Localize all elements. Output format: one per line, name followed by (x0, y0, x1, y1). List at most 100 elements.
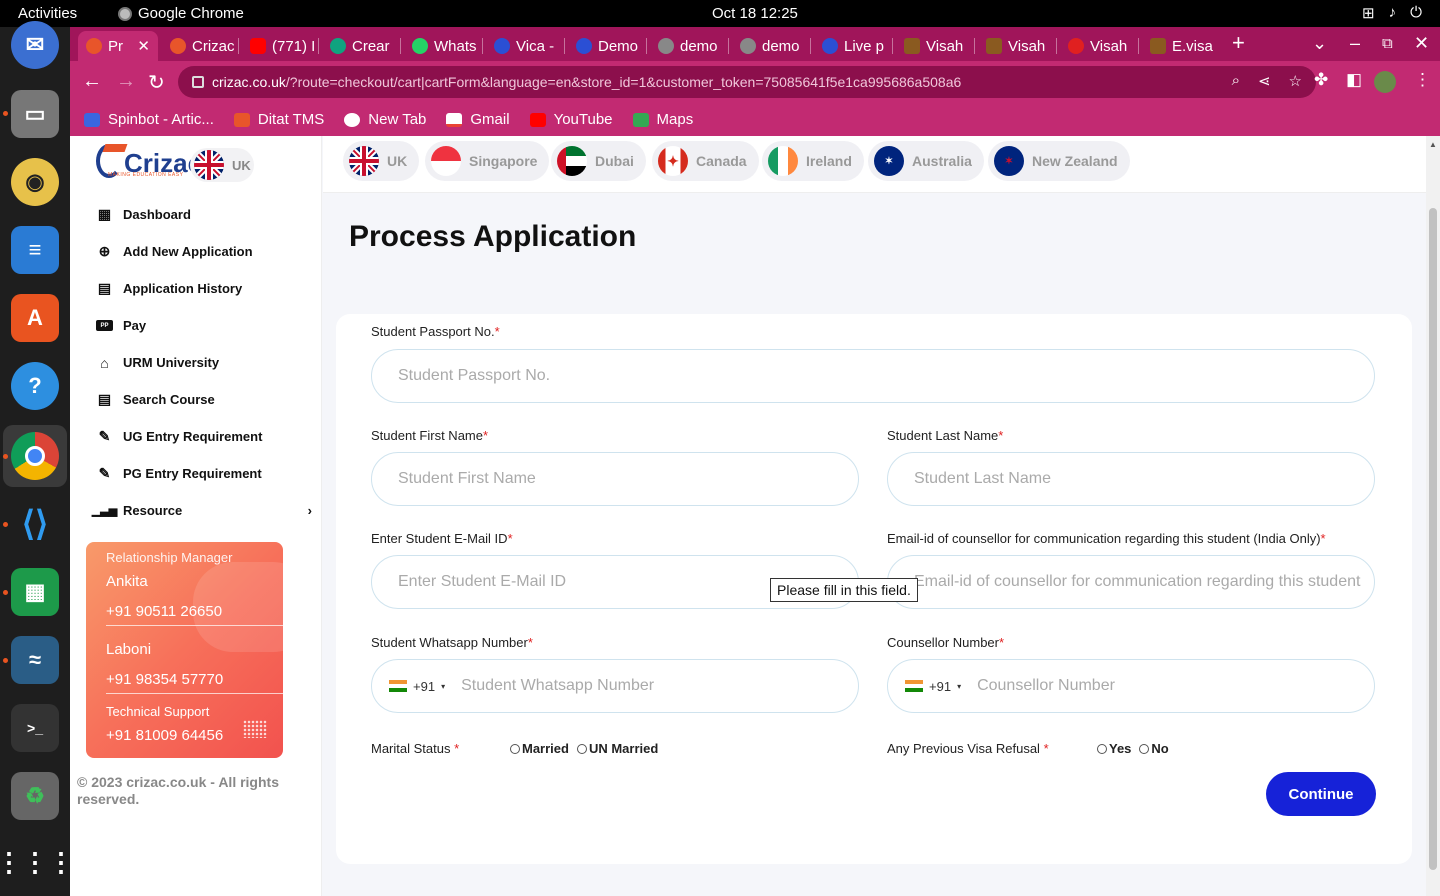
country-selector[interactable]: UK (190, 148, 254, 182)
rm-phone[interactable]: +91 98354 57770 (106, 671, 223, 688)
trash-icon[interactable]: ♻ (11, 772, 59, 820)
writer-icon[interactable]: ≡ (11, 226, 59, 274)
sidebar-item-resource[interactable]: ▁▃▅ Resource › (92, 492, 312, 529)
first-name-input[interactable]: Student First Name (371, 452, 859, 506)
close-window-icon[interactable]: ✕ (1414, 33, 1429, 54)
share-icon[interactable]: ⋖ (1258, 72, 1271, 90)
tab-5[interactable]: Vica - (486, 31, 564, 61)
activities-button[interactable]: Activities (18, 5, 77, 22)
unmarried-radio[interactable] (576, 743, 587, 754)
tab-1[interactable]: Crizac (162, 31, 238, 61)
dial-code-selector[interactable]: +91 ▾ (389, 679, 445, 694)
sidebar-item-application-history[interactable]: ▤ Application History (96, 270, 306, 307)
files-icon[interactable]: ▭ (11, 90, 59, 138)
ireland-flag-icon (768, 146, 798, 176)
help-icon[interactable]: ? (11, 362, 59, 410)
married-label[interactable]: Married (522, 741, 569, 756)
page-scrollbar[interactable]: ▲ (1426, 136, 1440, 896)
bookmark-new-tab[interactable]: New Tab (344, 111, 426, 128)
unmarried-label[interactable]: UN Married (589, 741, 658, 756)
country-tab-canada[interactable]: ✦ Canada (652, 141, 759, 181)
sidebar-item-pay[interactable]: PP Pay (96, 307, 306, 344)
sidebar-item-pg-entry-requirement[interactable]: ✎ PG Entry Requirement (96, 455, 306, 492)
scroll-up-icon[interactable]: ▲ (1429, 140, 1437, 149)
clock[interactable]: Oct 18 12:25 (712, 5, 798, 22)
yes-label[interactable]: Yes (1109, 741, 1131, 756)
counsellor-email-input[interactable]: Email-id of counsellor for communication… (887, 555, 1375, 609)
bookmark-maps[interactable]: Maps (632, 111, 693, 128)
tab-3[interactable]: Crear (322, 31, 400, 61)
sidebar-item-urm-university[interactable]: ⌂ URM University (96, 344, 306, 381)
country-tab-ireland[interactable]: Ireland (762, 141, 864, 181)
support-phone[interactable]: +91 81009 64456 (106, 727, 223, 744)
country-tab-singapore[interactable]: Singapore (425, 141, 550, 181)
sidebar-item-add-new-application[interactable]: ⊕ Add New Application (96, 233, 306, 270)
side-panel-icon[interactable]: ◧ (1346, 70, 1362, 90)
mysql-workbench-icon[interactable]: ≈ (11, 636, 59, 684)
country-tab-dubai[interactable]: Dubai (551, 141, 646, 181)
tab-9[interactable]: Live p (814, 31, 892, 61)
scroll-thumb[interactable] (1429, 208, 1437, 870)
thunderbird-icon[interactable]: ✉ (11, 21, 59, 69)
country-tab-new-zealand[interactable]: ✶ New Zealand (988, 141, 1130, 181)
maximize-icon[interactable]: ⧉ (1382, 35, 1393, 52)
bookmark-spinbot[interactable]: Spinbot - Artic... (84, 111, 214, 128)
tab-8[interactable]: demo (732, 31, 810, 61)
browser-window: Pr ✕ Crizac (771) I Crear Whats Vica - De… (70, 27, 1440, 136)
terminal-icon[interactable]: >_ (11, 704, 59, 752)
tab-6[interactable]: Demo (568, 31, 646, 61)
tab-12[interactable]: Visah (1060, 31, 1138, 61)
rm-phone[interactable]: +91 90511 26650 (106, 603, 222, 620)
bookmark-ditat[interactable]: Ditat TMS (233, 111, 324, 128)
menu-kebab-icon[interactable]: ⋮ (1414, 70, 1431, 90)
rhythmbox-icon[interactable]: ◉ (11, 158, 59, 206)
new-tab-icon[interactable]: + (1232, 30, 1245, 56)
continue-button[interactable]: Continue (1266, 772, 1376, 816)
no-label[interactable]: No (1151, 741, 1168, 756)
address-bar[interactable]: crizac.co.uk/?route=checkout/cart|cartFo… (178, 66, 1316, 98)
tab-0[interactable]: Pr ✕ (78, 31, 158, 61)
refusal-yes-radio[interactable] (1097, 743, 1107, 754)
reload-icon[interactable]: ↻ (148, 70, 165, 95)
system-tray[interactable]: ⊞ ♪ ⏻ (1362, 4, 1422, 22)
extensions-icon[interactable]: ✤ (1314, 70, 1328, 90)
whatsapp-label: Student Whatsapp Number* (371, 635, 533, 650)
tab-10[interactable]: Visah (896, 31, 974, 61)
tab-search-icon[interactable]: ⌄ (1312, 33, 1327, 54)
minimize-icon[interactable]: – (1350, 33, 1360, 54)
country-tab-uk[interactable]: UK (343, 141, 420, 181)
whatsapp-input[interactable]: +91 ▾ Student Whatsapp Number (371, 659, 859, 713)
bookmark-gmail[interactable]: Gmail (446, 111, 510, 128)
tab-4[interactable]: Whats (404, 31, 482, 61)
app-menu[interactable]: Google Chrome (118, 5, 244, 22)
software-center-icon[interactable]: A (11, 294, 59, 342)
counsellor-number-input[interactable]: +91 ▾ Counsellor Number (887, 659, 1375, 713)
bookmark-star-icon[interactable]: ☆ (1289, 72, 1302, 90)
close-tab-icon[interactable]: ✕ (137, 37, 150, 55)
tab-7[interactable]: demo (650, 31, 728, 61)
vscode-icon[interactable]: ⟨⟩ (11, 500, 59, 548)
dial-code-selector[interactable]: +91 ▾ (905, 679, 961, 694)
sidebar-item-dashboard[interactable]: ▦ Dashboard (96, 196, 306, 233)
zoom-icon[interactable]: ⌕ (1232, 72, 1240, 90)
calc-icon[interactable]: ▦ (11, 568, 59, 616)
last-name-input[interactable]: Student Last Name (887, 452, 1375, 506)
tab-11[interactable]: Visah (978, 31, 1056, 61)
back-icon[interactable]: ← (82, 70, 102, 93)
forward-icon[interactable]: → (116, 70, 136, 93)
refusal-no-radio[interactable] (1139, 743, 1150, 754)
tab-2[interactable]: (771) I (242, 31, 318, 61)
passport-input[interactable]: Student Passport No. (371, 349, 1375, 403)
chrome-dock-icon[interactable] (11, 432, 59, 480)
country-nav: UK Singapore Dubai ✦ Canada Ireland ✶ Aust… (323, 136, 1426, 193)
required-mark: * (999, 635, 1005, 650)
sidebar-item-ug-entry-requirement[interactable]: ✎ UG Entry Requirement (96, 418, 306, 455)
profile-avatar[interactable] (1374, 71, 1396, 93)
show-apps-icon[interactable]: ⋮⋮⋮ (0, 838, 74, 886)
sidebar-item-search-course[interactable]: ▤ Search Course (96, 381, 306, 418)
bookmark-youtube[interactable]: YouTube (529, 111, 613, 128)
rm-title: Relationship Manager (106, 550, 233, 565)
married-radio[interactable] (510, 743, 520, 754)
tab-13[interactable]: E.visa (1142, 31, 1220, 61)
country-tab-australia[interactable]: ✶ Australia (868, 141, 984, 181)
